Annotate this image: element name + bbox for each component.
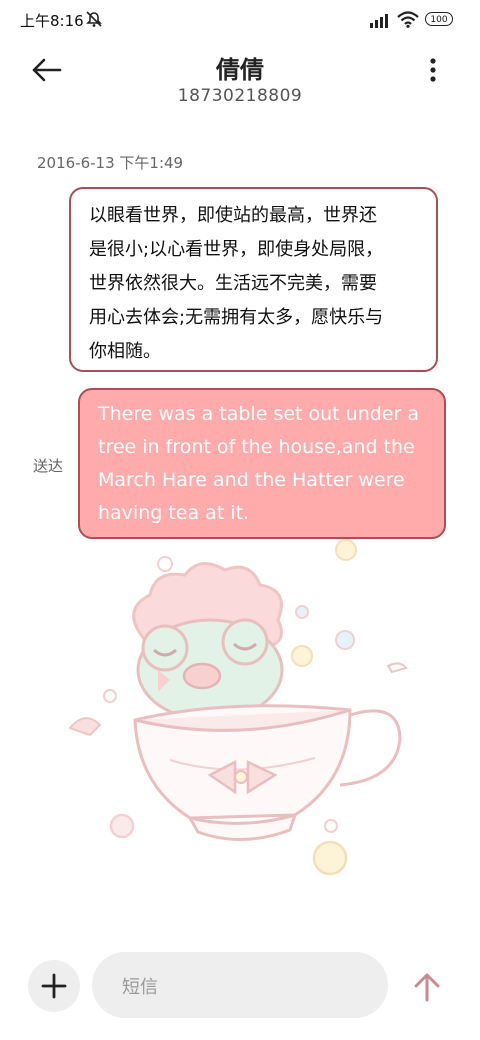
- message-line: having tea at it.: [98, 502, 250, 524]
- contact-number: 18730218809: [177, 86, 303, 106]
- message-line: There was a table set out under a: [98, 403, 419, 425]
- conversation-header: 倩倩 18730218809: [0, 40, 480, 120]
- add-attachment-button[interactable]: [28, 960, 80, 1012]
- status-bar: 上午8:16 100: [0, 0, 480, 40]
- message-line: March Hare and the Hatter were: [98, 469, 405, 491]
- message-line: tree in front of the house,and the: [98, 436, 415, 458]
- outgoing-message-bubble[interactable]: There was a table set out under a tree i…: [78, 388, 446, 539]
- frog-teacup-illustration: [68, 539, 408, 876]
- plus-icon: [41, 973, 67, 999]
- sms-input[interactable]: [120, 972, 364, 1002]
- mute-icon: [86, 11, 102, 27]
- send-arrow-icon[interactable]: [410, 970, 444, 1004]
- message-line: 是很小;以心看世界，即使身处局限，: [89, 239, 384, 260]
- message-line: 用心去体会;无需拥有太多，愿快乐与: [89, 307, 384, 328]
- contact-name: 倩倩: [216, 56, 264, 84]
- more-vertical-icon[interactable]: [418, 56, 448, 86]
- message-line: 你相随。: [89, 341, 161, 362]
- message-line: 世界依然很大。生活远不完美，需要: [89, 273, 377, 294]
- delivery-status: 送达: [33, 457, 64, 475]
- sms-input-container[interactable]: [92, 952, 388, 1018]
- wifi-icon: [397, 11, 419, 28]
- signal-icon: [370, 14, 388, 28]
- battery-icon: 100: [425, 12, 453, 26]
- incoming-message-bubble[interactable]: 以眼看世界，即使站的最高，世界还 是很小;以心看世界，即使身处局限， 世界依然很…: [69, 187, 438, 372]
- status-time: 上午8:16: [20, 12, 84, 30]
- message-composer: [0, 940, 480, 1040]
- message-timestamp: 2016-6-13 下午1:49: [37, 154, 184, 172]
- message-line: 以眼看世界，即使站的最高，世界还: [89, 205, 377, 226]
- battery-level: 100: [430, 15, 448, 25]
